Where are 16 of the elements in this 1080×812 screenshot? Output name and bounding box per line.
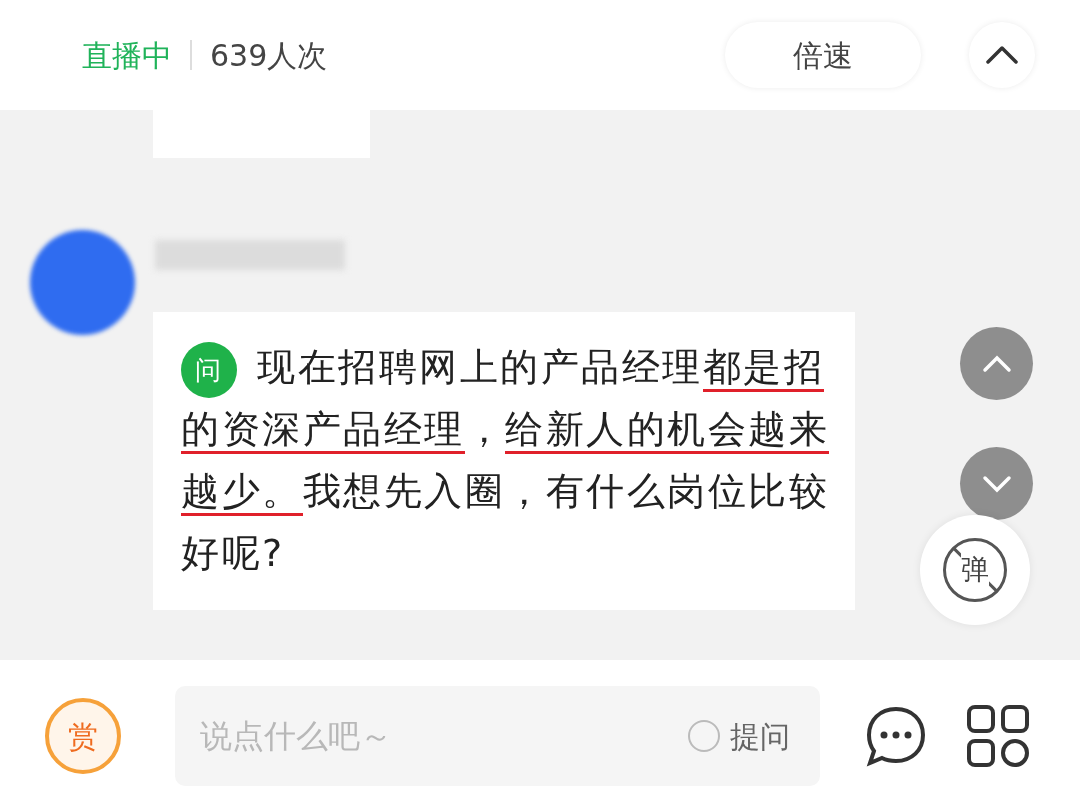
danmaku-label: 弹 <box>961 553 989 587</box>
danmaku-toggle[interactable]: 弹 <box>920 515 1030 625</box>
grid-menu-icon[interactable] <box>966 704 1030 768</box>
chat-bubble-icon[interactable] <box>864 704 928 768</box>
chevron-down-icon <box>981 474 1012 493</box>
collapse-button[interactable] <box>969 22 1035 88</box>
chevron-up-icon <box>981 354 1012 373</box>
reward-button[interactable]: 赏 <box>45 698 121 774</box>
question-text: 问 现在招聘网上的产品经理都是招 的资深产品经理，给新人的机会越来 越少。我想先入圈，有什么岗位比较好呢? <box>181 336 837 584</box>
comment-input[interactable]: 说点什么吧～ 提问 <box>175 686 820 786</box>
chevron-up-icon <box>985 45 1019 65</box>
question-badge: 问 <box>181 341 237 398</box>
speed-button[interactable]: 倍速 <box>725 22 921 88</box>
live-status: 直播中 <box>82 36 172 75</box>
viewer-count: 639人次 <box>210 36 328 75</box>
ask-option[interactable]: 提问 <box>688 713 790 759</box>
